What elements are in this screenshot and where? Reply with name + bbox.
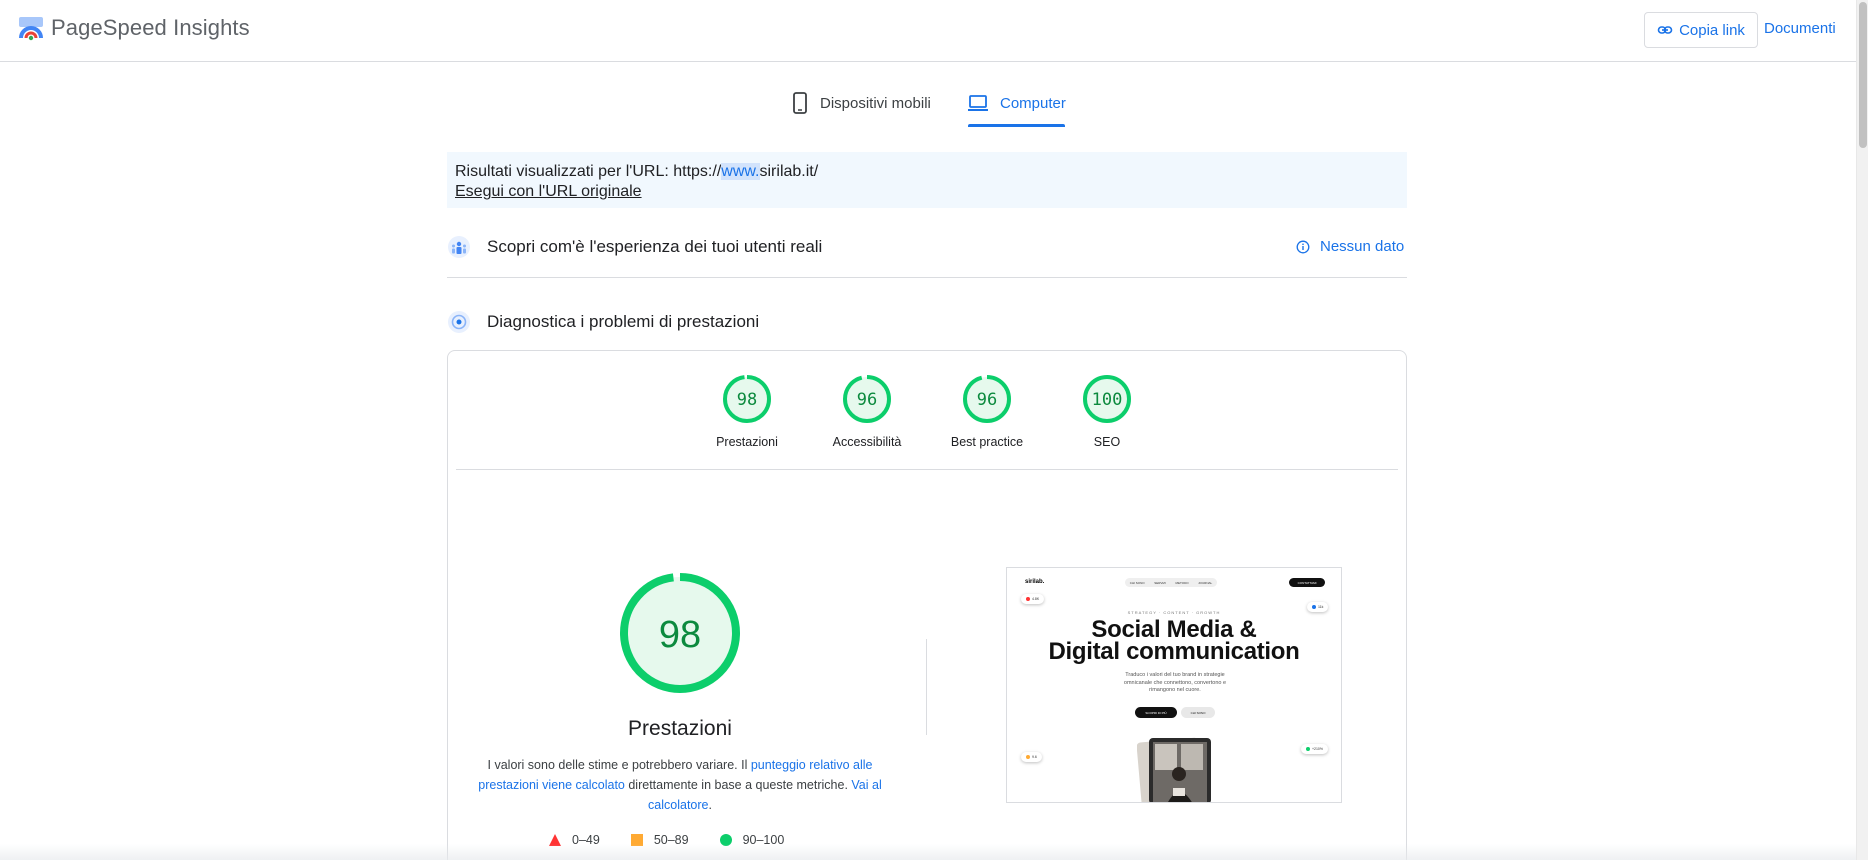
tab-desktop-label: Computer <box>1000 95 1066 112</box>
crux-users-icon <box>448 236 470 258</box>
gauge-seo-label: SEO <box>1093 435 1121 449</box>
preview-nav-item: SERVIZI <box>1154 580 1166 585</box>
no-data-label: Nessun dato <box>1320 238 1405 255</box>
gauge-performance-label: Prestazioni <box>716 435 778 449</box>
preview-chip-value: +210% <box>1312 747 1323 751</box>
gauge-seo[interactable]: 100 SEO <box>1047 373 1167 449</box>
preview-chip-value: 9.6 <box>1032 755 1037 759</box>
section-divider <box>447 277 1407 278</box>
preview-subtext: Traduco i valori del tuo brand in strate… <box>1123 672 1227 693</box>
lighthouse-target-icon <box>448 311 470 333</box>
url-prefix: Risultati visualizzati per l'URL: https:… <box>455 163 722 180</box>
tab-desktop[interactable]: Computer <box>966 92 1066 128</box>
preview-nav-item: METODO <box>1175 580 1189 585</box>
tab-mobile[interactable]: Dispositivi mobili <box>790 92 931 128</box>
vertical-divider <box>926 639 927 735</box>
performance-description: I valori sono delle stime e potrebbero v… <box>475 755 885 815</box>
gauge-accessibility[interactable]: 96 Accessibilità <box>807 373 927 449</box>
preview-nav: CHI SONO SERVIZI METODO JOURNAL <box>1125 578 1217 587</box>
gauge-performance-score: 98 <box>737 390 757 410</box>
preview-chip-value: 11k <box>1318 605 1324 609</box>
gauge-performance[interactable]: 98 Prestazioni <box>687 373 807 449</box>
performance-title: Prestazioni <box>628 717 732 740</box>
preview-chip-value: 4.8K <box>1032 597 1040 601</box>
performance-big-gauge: 98 <box>620 573 740 693</box>
page-scrollbar[interactable] <box>1856 0 1868 860</box>
preview-headline: Social Media & Digital communication <box>1007 618 1341 665</box>
docs-link[interactable]: Documenti <box>1764 20 1836 37</box>
preview-nav-item: JOURNAL <box>1198 580 1213 585</box>
desc-text-3: . <box>708 798 712 812</box>
gauge-best-practices[interactable]: 96 Best practice <box>927 373 1047 449</box>
tab-mobile-label: Dispositivi mobili <box>820 95 931 112</box>
run-original-url-link[interactable]: Esegui con l'URL originale <box>455 183 642 200</box>
preview-headline-line2: Digital communication <box>1048 638 1300 665</box>
preview-nav-item: CHI SONO <box>1129 580 1145 585</box>
gauge-seo-ring: 100 <box>1083 375 1131 423</box>
real-user-experience-section[interactable]: Scopri com'è l'esperienza dei tuoi utent… <box>447 232 1407 262</box>
performance-big-score: 98 <box>659 614 701 656</box>
page-screenshot-preview[interactable]: sirilab. CHI SONO SERVIZI METODO JOURNAL… <box>1006 567 1342 803</box>
preview-primary-button: SCOPRI DI PIÙ <box>1135 707 1177 718</box>
gauge-performance-ring: 98 <box>723 375 771 423</box>
diagnose-performance-title: Diagnostica i problemi di prestazioni <box>487 312 760 331</box>
link-icon <box>1657 26 1673 34</box>
preview-logo: sirilab. <box>1025 579 1045 585</box>
gauge-accessibility-score: 96 <box>857 390 877 410</box>
url-highlight: www. <box>721 163 760 180</box>
preview-chip: 11k <box>1307 602 1329 612</box>
gauge-seo-score: 100 <box>1092 390 1123 410</box>
no-data-status[interactable]: Nessun dato <box>1296 238 1404 255</box>
diagnose-performance-section: Diagnostica i problemi di prestazioni <box>447 307 1407 337</box>
url-notice-text: Risultati visualizzati per l'URL: https:… <box>455 162 1399 182</box>
desc-text-2: direttamente in base a queste metriche. <box>624 778 852 792</box>
gauge-best-practices-ring: 96 <box>963 375 1011 423</box>
pagespeed-logo-icon[interactable] <box>18 16 44 42</box>
active-tab-indicator <box>968 124 1065 127</box>
preview-cta: CONTATTAMI <box>1289 578 1325 587</box>
scrollbar-thumb[interactable] <box>1859 2 1867 148</box>
preview-secondary-button: CHI SONO <box>1181 707 1215 718</box>
gauge-accessibility-ring: 96 <box>843 375 891 423</box>
url-suffix: sirilab.it/ <box>759 163 819 180</box>
gauge-accessibility-label: Accessibilità <box>832 435 902 449</box>
url-notice: Risultati visualizzati per l'URL: https:… <box>447 152 1407 208</box>
preview-chip: 4.8K <box>1021 594 1045 604</box>
gauges-divider <box>456 469 1398 470</box>
smartphone-icon <box>793 92 807 114</box>
preview-kicker: STRATEGY · CONTENT · GROWTH <box>1127 610 1221 615</box>
real-user-experience-title: Scopri com'è l'esperienza dei tuoi utent… <box>487 237 823 256</box>
laptop-icon <box>968 95 988 111</box>
gauge-best-practices-label: Best practice <box>950 435 1024 449</box>
preview-chip: +210% <box>1301 744 1328 754</box>
preview-chip: 9.6 <box>1021 752 1042 762</box>
app-title[interactable]: PageSpeed Insights <box>51 15 250 41</box>
gauge-best-practices-score: 96 <box>977 390 997 410</box>
top-app-bar: PageSpeed Insights Copia link Documenti <box>0 0 1856 62</box>
info-icon <box>1296 240 1310 253</box>
bottom-shadow <box>0 844 1856 860</box>
desc-text-1: I valori sono delle stime e potrebbero v… <box>487 758 751 772</box>
copy-link-label: Copia link <box>1679 21 1745 39</box>
preview-photo-image <box>1137 737 1211 802</box>
copy-link-button[interactable]: Copia link <box>1644 12 1758 48</box>
lighthouse-report-card: 98 Prestazioni 96 Accessibilità 96 Best … <box>447 350 1407 860</box>
